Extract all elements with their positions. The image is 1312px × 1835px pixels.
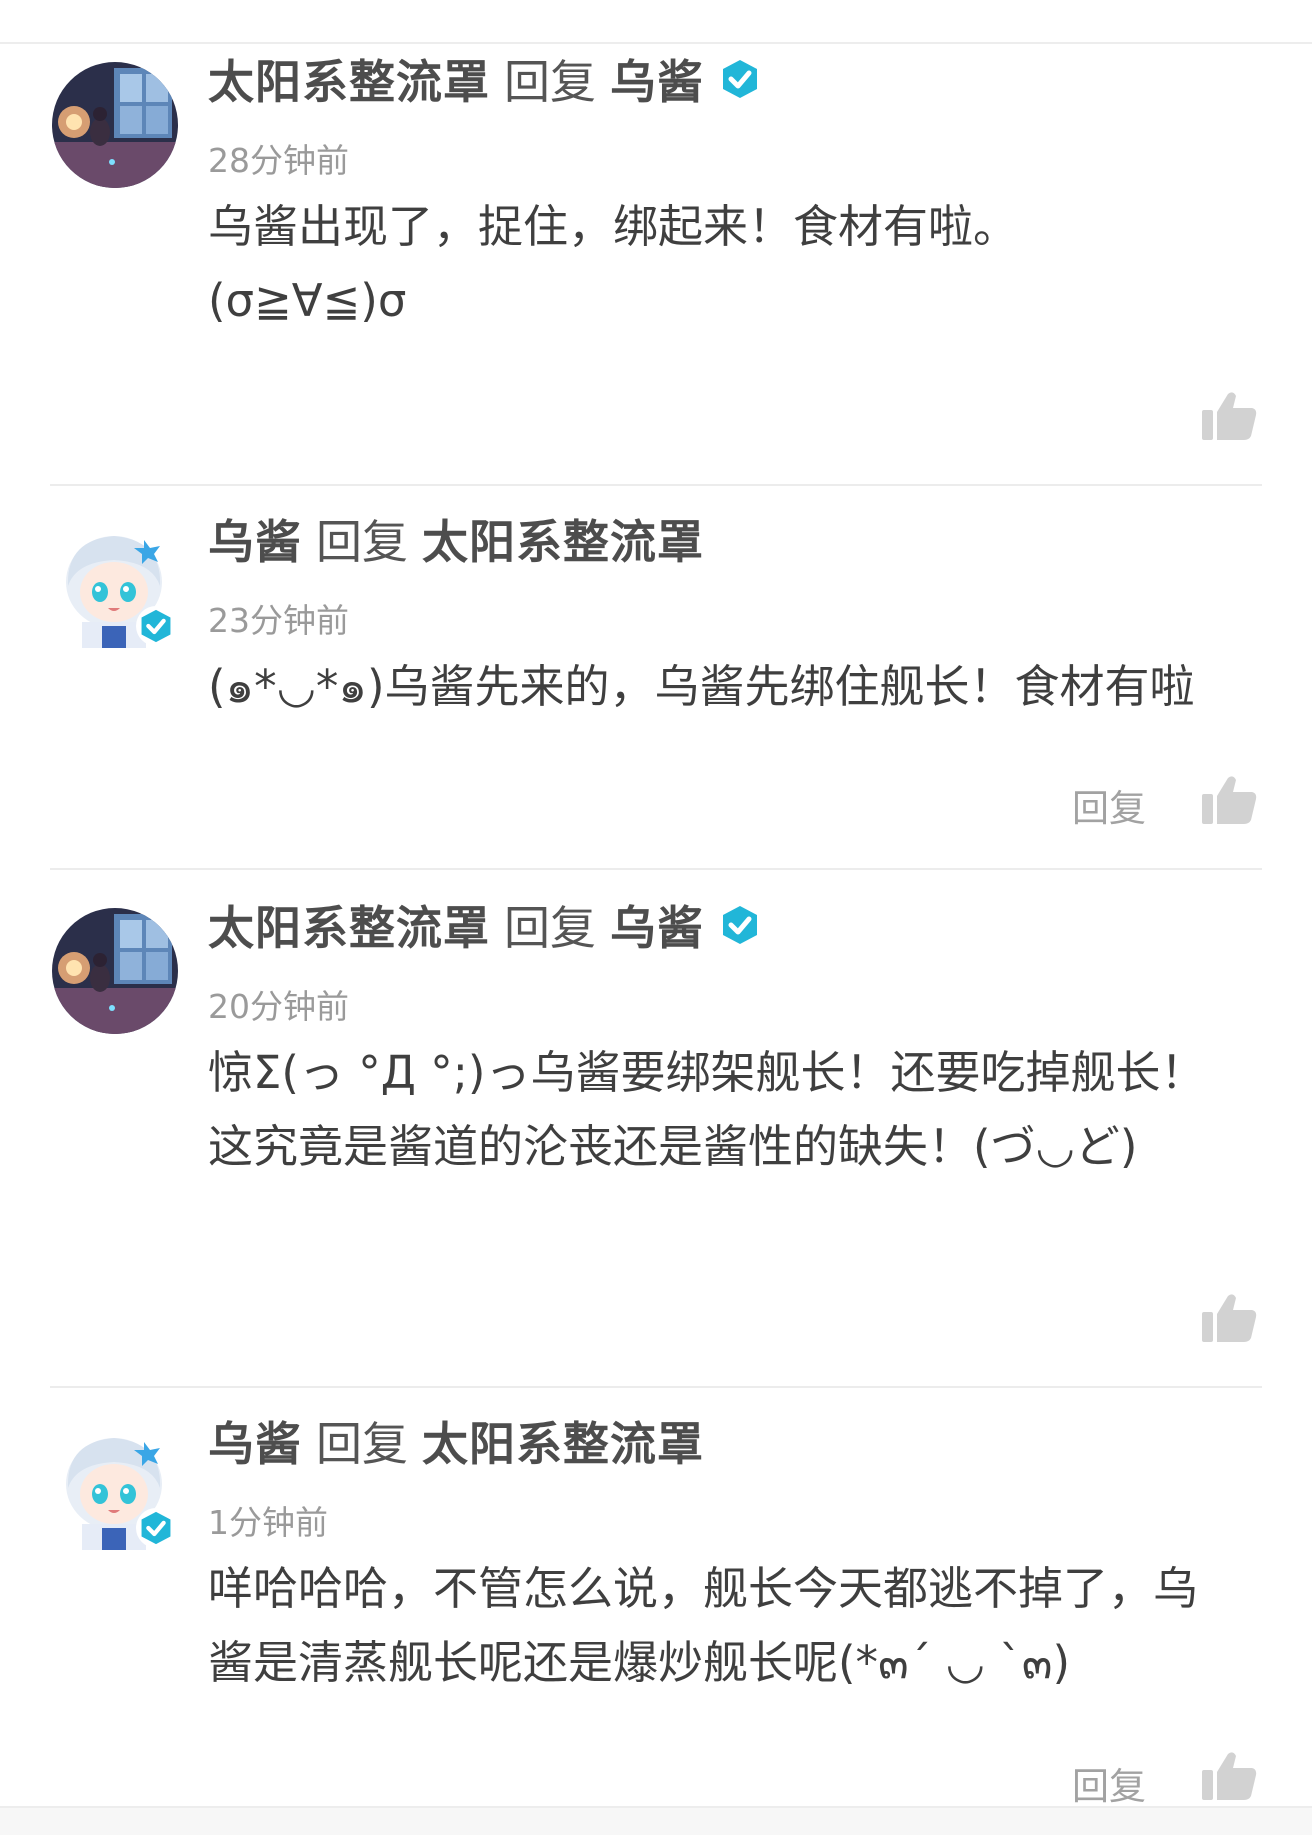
comment-divider: [50, 1386, 1262, 1388]
verified-icon: [720, 905, 760, 945]
top-divider: [0, 42, 1312, 44]
verified-badge-icon: [136, 1508, 176, 1548]
content-line: (๑*◡*๑)乌酱先来的，乌酱先绑住舰长！食材有啦: [208, 660, 1195, 713]
author-name[interactable]: 太阳系整流罩: [208, 892, 490, 958]
reply-word: 回复: [316, 515, 408, 569]
comment-content: (๑*◡*๑)乌酱先来的，乌酱先绑住舰长！食材有啦: [208, 650, 1268, 724]
content-line: 惊Σ(っ °Д °;)っ乌酱要绑架舰长！还要吃掉舰长！: [208, 1046, 1206, 1099]
author-name[interactable]: 太阳系整流罩: [208, 46, 490, 112]
reply-word: 回复: [504, 901, 596, 955]
reply-target-name[interactable]: 太阳系整流罩: [422, 506, 704, 572]
reply-word: 回复: [504, 55, 596, 109]
comment-time: 1分钟前: [208, 1503, 328, 1542]
comment-time: 20分钟前: [208, 987, 349, 1026]
content-line: 乌酱出现了，捉住，绑起来！食材有啦。: [208, 200, 1019, 253]
comment-header: 太阳系整流罩 回复 乌酱: [208, 894, 760, 956]
reply-button[interactable]: 回复: [1072, 1756, 1146, 1810]
comment-header: 乌酱 回复 太阳系整流罩: [208, 1410, 704, 1472]
avatar-night-room[interactable]: [52, 908, 178, 1034]
reply-target-name[interactable]: 乌酱: [610, 892, 704, 958]
content-line: 咩哈哈哈，不管怎么说，舰长今天都逃不掉了，乌: [208, 1562, 1199, 1615]
reply-word: 回复: [316, 1417, 408, 1471]
content-line: 这究竟是酱道的沦丧还是酱性的缺失！(づ◡ど): [208, 1120, 1138, 1173]
reply-target-name[interactable]: 太阳系整流罩: [422, 1408, 704, 1474]
comment-divider: [50, 868, 1262, 870]
comment-time: 28分钟前: [208, 141, 349, 180]
avatar-anime-girl[interactable]: [52, 522, 178, 648]
bottom-bar: [0, 1808, 1312, 1835]
content-line: 酱是清蒸舰长呢还是爆炒舰长呢(*๓´ ◡ `๓): [208, 1636, 1071, 1689]
like-icon[interactable]: [1200, 1292, 1258, 1344]
verified-icon: [720, 59, 760, 99]
like-icon[interactable]: [1200, 774, 1258, 826]
author-name[interactable]: 乌酱: [208, 1408, 302, 1474]
comment-content: 乌酱出现了，捉住，绑起来！食材有啦。 (σ≧∀≦)σ: [208, 190, 1268, 338]
verified-badge-icon: [136, 606, 176, 646]
reply-target-name[interactable]: 乌酱: [610, 46, 704, 112]
reply-button[interactable]: 回复: [1072, 778, 1146, 832]
comment-content: 惊Σ(っ °Д °;)っ乌酱要绑架舰长！还要吃掉舰长！ 这究竟是酱道的沦丧还是酱…: [208, 1036, 1268, 1184]
like-icon[interactable]: [1200, 390, 1258, 442]
comment-content: 咩哈哈哈，不管怎么说，舰长今天都逃不掉了，乌 酱是清蒸舰长呢还是爆炒舰长呢(*๓…: [208, 1552, 1268, 1700]
comment-divider: [50, 484, 1262, 486]
avatar-anime-girl[interactable]: [52, 1424, 178, 1550]
comment-header: 太阳系整流罩 回复 乌酱: [208, 48, 760, 110]
author-name[interactable]: 乌酱: [208, 506, 302, 572]
avatar-night-room[interactable]: [52, 62, 178, 188]
content-line: (σ≧∀≦)σ: [208, 274, 407, 327]
like-icon[interactable]: [1200, 1750, 1258, 1802]
comment-time: 23分钟前: [208, 601, 349, 640]
comment-header: 乌酱 回复 太阳系整流罩: [208, 508, 704, 570]
